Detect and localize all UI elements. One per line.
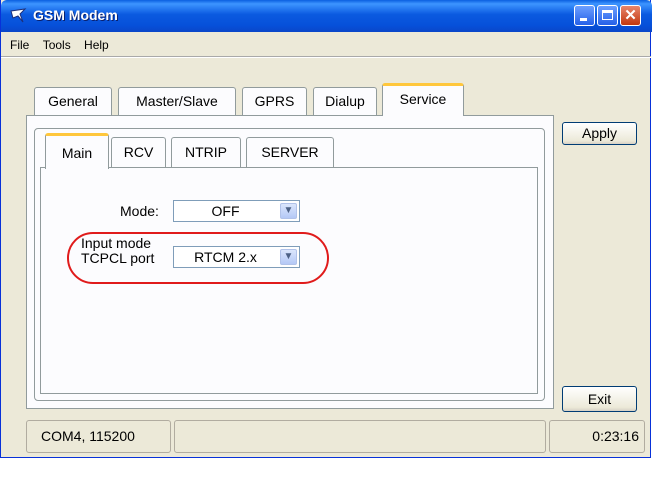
menu-bar: File Tools Help (5, 36, 114, 56)
apply-button[interactable]: Apply (562, 122, 637, 145)
tab-dialup[interactable]: Dialup (313, 87, 377, 115)
exit-button[interactable]: Exit (562, 386, 637, 412)
menu-tools[interactable]: Tools (38, 36, 76, 54)
close-button[interactable]: ✕ (620, 5, 641, 26)
mode-select[interactable]: OFF ▼ (173, 200, 300, 222)
tab-rcv[interactable]: RCV (111, 137, 166, 167)
menu-divider (1, 56, 651, 58)
app-window: GSM Modem ✕ File Tools Help General Mast… (0, 0, 652, 458)
tab-server[interactable]: SERVER (246, 137, 334, 167)
chevron-down-icon[interactable]: ▼ (280, 203, 297, 219)
title-bar[interactable]: GSM Modem ✕ (1, 0, 652, 32)
status-middle (174, 420, 546, 453)
tab-general[interactable]: General (34, 87, 112, 115)
tab-service[interactable]: Service (382, 83, 464, 116)
antenna-icon (8, 6, 28, 26)
status-time: 0:23:16 (549, 420, 645, 453)
close-icon: ✕ (624, 7, 637, 24)
minimize-button[interactable] (574, 5, 595, 26)
menu-file[interactable]: File (5, 36, 34, 54)
mode-label: Mode: (120, 203, 159, 219)
tab-master-slave[interactable]: Master/Slave (118, 87, 236, 115)
status-port: COM4, 115200 (26, 420, 171, 453)
window-title: GSM Modem (33, 7, 118, 23)
annotation-highlight-circle (67, 232, 329, 284)
maximize-button[interactable] (597, 5, 618, 26)
mode-select-value: OFF (211, 203, 240, 219)
tab-main[interactable]: Main (45, 133, 109, 169)
menu-help[interactable]: Help (79, 36, 114, 54)
tab-ntrip[interactable]: NTRIP (171, 137, 241, 167)
page-bottom-margin (0, 458, 653, 478)
tab-gprs[interactable]: GPRS (242, 87, 307, 115)
